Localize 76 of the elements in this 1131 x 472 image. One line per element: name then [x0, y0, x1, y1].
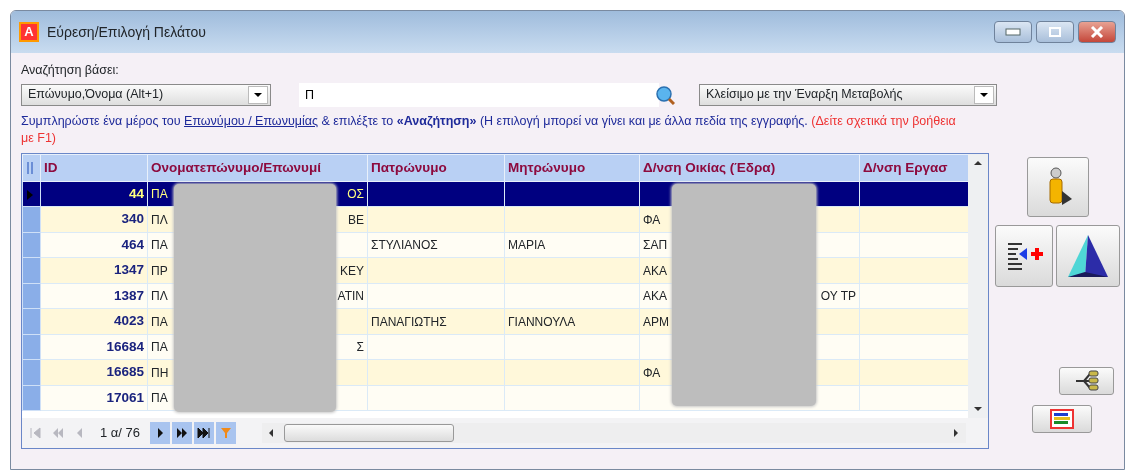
table-cell-text: ΠΑ [151, 313, 168, 331]
table-cell-text: ΠΑ [151, 390, 168, 407]
table-cell: 44 [40, 181, 148, 207]
pyramid-button[interactable] [1056, 224, 1121, 287]
table-cell: 340 [40, 206, 148, 233]
help-link[interactable]: Επωνύμου / Επωνυμίας [184, 113, 318, 128]
maximize-icon [1048, 26, 1062, 38]
window-title: Εύρεση/Επιλογή Πελάτου [47, 22, 206, 42]
table-cell-text: ΒΕ [348, 211, 364, 229]
horizontal-scrollbar[interactable] [262, 422, 967, 443]
table-cell: 16685 [40, 359, 148, 386]
table-cell: ΣΤΥΛΙΑΝΟΣ [367, 232, 505, 258]
table-cell-text: ΦΑ [643, 211, 661, 229]
table-cell: 1387 [40, 283, 148, 309]
table-cell: 4023 [40, 308, 148, 335]
table-cell-text: ΟΣ [347, 186, 364, 203]
minimize-icon [1005, 28, 1021, 36]
caret-icon [979, 91, 989, 98]
column-header[interactable]: ID [40, 154, 148, 182]
record-position: 1 α/ 76 [100, 424, 141, 442]
search-by-label: Αναζήτηση βάσει: [21, 62, 119, 79]
table-cell-text: ΑΚΑ [643, 288, 667, 305]
search-by-dropdown[interactable]: Επώνυμο,Όνομα (Alt+1) [21, 83, 271, 106]
last-record-button[interactable] [194, 421, 215, 444]
fast-forward-icon [175, 425, 190, 440]
help-text: Συμπληρώστε ένα μέρος του Επωνύμου / Επωνυμίας & επιλέξτε το «Αναζήτηση» (Η επιλογή μπορεί να γίνει και με άλλα πεδία της εγγραφής. (Δείτε σχετικά την βοήθεια με F1) [21, 112, 957, 147]
skip-back-icon [29, 425, 43, 440]
column-header[interactable]: Ονοματεπώνυμο/Επωνυμί [147, 154, 368, 182]
table-cell: ΜΑΡΙΑ [504, 232, 640, 258]
table-cell-text: Σ [356, 339, 364, 356]
skip-forward-icon [197, 425, 212, 440]
column-header[interactable]: Δ/νση Οικίας (Έδρα) [639, 154, 860, 182]
hierarchy-icon [1073, 369, 1100, 392]
scroll-down-icon[interactable] [973, 405, 984, 412]
column-header[interactable]: Μητρώνυμο [504, 154, 640, 182]
minimize-button[interactable] [994, 21, 1032, 43]
table-cell-text: ΠΗ [151, 364, 169, 382]
table-cell-text: ΑΚΑ [643, 262, 667, 280]
table-cell: ΓΙΑΝΝΟΥΛΑ [504, 308, 640, 335]
tree-button[interactable] [1059, 366, 1115, 395]
add-record-button[interactable] [995, 224, 1054, 287]
vertical-scrollbar[interactable] [968, 153, 989, 418]
table-cell: ΠΑΝΑΓΙΩΤΗΣ [367, 308, 505, 335]
next-record-button[interactable] [150, 421, 171, 444]
table-cell-text: ΣΑΠ [643, 237, 668, 254]
colored-bars-icon [1049, 407, 1076, 430]
table-cell-text: ΠΑ [151, 339, 168, 356]
table-cell-text: ΑΡΜ [643, 313, 669, 331]
row-selector[interactable] [22, 181, 41, 207]
table-cell-text: ΠΛ [151, 288, 168, 305]
maximize-button[interactable] [1036, 21, 1074, 43]
next-page-button[interactable] [172, 421, 193, 444]
column-header[interactable]: Δ/νση Εργασ [859, 154, 971, 182]
table-cell-text: ΠΑ [151, 186, 168, 203]
customer-button[interactable] [1027, 156, 1090, 217]
columns-button[interactable] [1032, 404, 1093, 433]
grip-icon [26, 161, 34, 176]
table-cell: 17061 [40, 385, 148, 411]
close-mode-dropdown[interactable]: Κλείσιμο με την Έναρξη Μεταβολής [699, 83, 997, 106]
table-cell-text: ΟΥ ΤΡ [820, 288, 856, 305]
scroll-up-icon[interactable] [973, 159, 984, 166]
table-cell-text: ΑΤΙΝ [337, 288, 364, 305]
table-cell-text: ΠΛ [151, 211, 168, 229]
table-cell-text: ΦΑ [643, 364, 661, 382]
column-header[interactable]: Πατρώνυμο [367, 154, 505, 182]
close-button[interactable] [1078, 21, 1116, 43]
close-icon [1089, 26, 1105, 38]
table-cell: 16684 [40, 334, 148, 360]
app-logo: A [19, 22, 39, 42]
filter-icon [219, 425, 234, 440]
table-cell-text: ΠΑ [151, 237, 168, 254]
caret-icon [253, 91, 263, 98]
table-cell: 1347 [40, 257, 148, 284]
table-cell-text: ΚΕΥ [340, 262, 364, 280]
table-cell-text: ΠΡ [151, 262, 168, 280]
table-cell: 464 [40, 232, 148, 258]
